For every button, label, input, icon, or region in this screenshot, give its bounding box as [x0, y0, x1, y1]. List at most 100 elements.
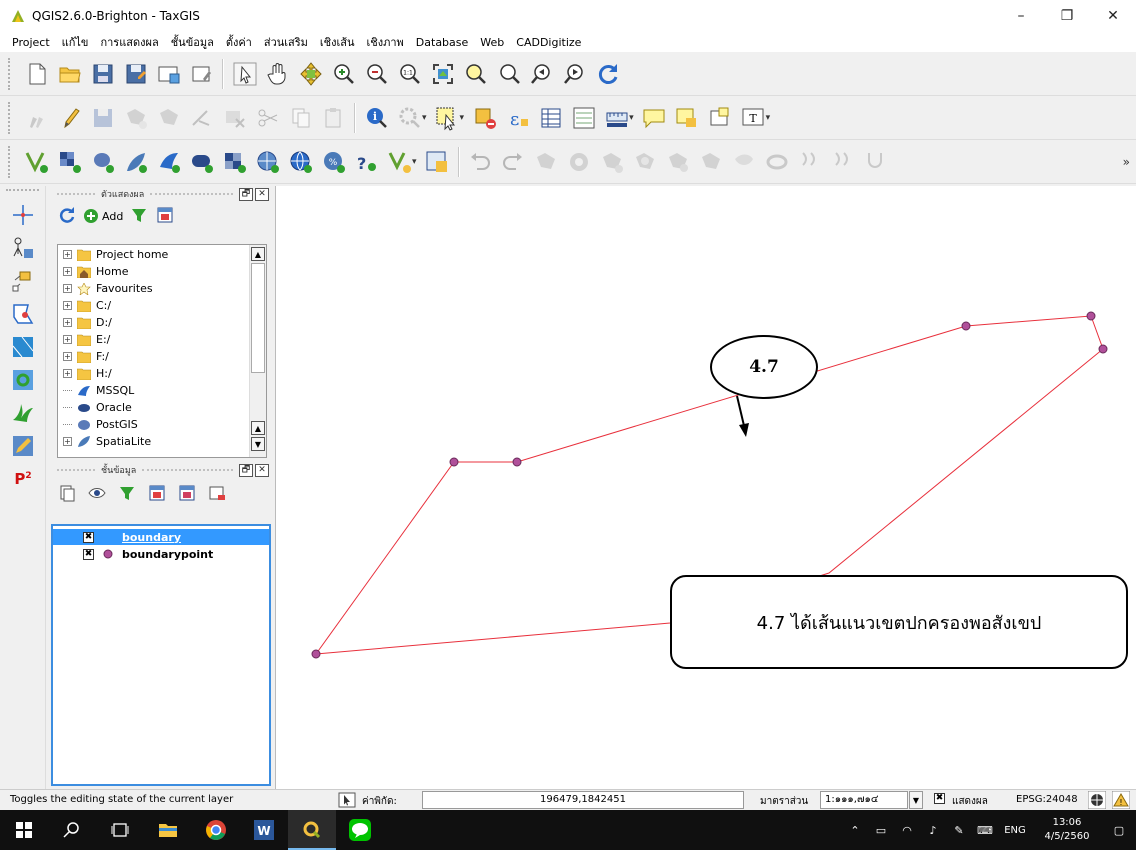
- browser-tree-item[interactable]: + SpatiaLite: [58, 434, 151, 449]
- browser-tree-scrollbar[interactable]: ▲ ▲ ▼: [249, 245, 266, 457]
- save-project-button[interactable]: [86, 57, 119, 91]
- paste-features-button[interactable]: [317, 101, 350, 135]
- boundary-vertex[interactable]: [1098, 344, 1108, 354]
- toggle-editing-button[interactable]: [53, 101, 86, 135]
- toolbar-grip[interactable]: [8, 57, 14, 90]
- close-panel-button[interactable]: ✕: [255, 463, 269, 477]
- add-mssql-layer-button[interactable]: [152, 145, 185, 179]
- float-panel-button[interactable]: 🗗: [239, 187, 253, 201]
- browser-tree-item[interactable]: Oracle: [58, 400, 132, 415]
- zoom-next-button[interactable]: [558, 57, 591, 91]
- scroll-thumb[interactable]: [251, 263, 265, 373]
- browser-tree-item[interactable]: MSSQL: [58, 383, 134, 398]
- chevron-down-icon[interactable]: ▾: [412, 157, 417, 167]
- notifications-icon[interactable]: ▢: [1102, 824, 1136, 837]
- minimize-button[interactable]: –: [998, 0, 1044, 32]
- browser-tree-item[interactable]: + C:/: [58, 298, 111, 313]
- input-language[interactable]: ENG: [998, 825, 1032, 836]
- menu-plugins[interactable]: ส่วนเสริม: [258, 33, 314, 51]
- render-checkbox-box[interactable]: ✖: [934, 793, 945, 804]
- chrome-button[interactable]: [192, 810, 240, 850]
- zoom-native-resolution-button[interactable]: 1:1: [393, 57, 426, 91]
- refresh-browser-button[interactable]: [57, 205, 77, 228]
- menu-database[interactable]: Database: [410, 36, 475, 49]
- word-button[interactable]: W: [240, 810, 288, 850]
- run-feature-action-button[interactable]: [393, 101, 426, 135]
- expand-toggle-icon[interactable]: +: [63, 437, 72, 446]
- node-tool-button[interactable]: [185, 101, 218, 135]
- remove-layer-button[interactable]: [207, 483, 227, 506]
- menu-web[interactable]: Web: [474, 36, 510, 49]
- new-shapefile-layer-button[interactable]: ?: [350, 145, 383, 179]
- expand-toggle-icon[interactable]: +: [63, 250, 72, 259]
- menu-vector[interactable]: เชิงเส้น: [314, 33, 361, 51]
- add-group-button[interactable]: [57, 483, 77, 506]
- file-explorer-button[interactable]: [144, 810, 192, 850]
- topology-checker-button[interactable]: [0, 297, 46, 330]
- scale-field[interactable]: 1:๑๑๑,๗๑๔: [820, 791, 908, 809]
- composer-manager-button[interactable]: [185, 57, 218, 91]
- gps-tool-button[interactable]: [0, 231, 46, 264]
- collapse-all-button[interactable]: [155, 205, 175, 228]
- reshape-features-button[interactable]: [728, 145, 761, 179]
- annotation-edit-button[interactable]: [0, 429, 46, 462]
- identify-features-button[interactable]: i: [360, 101, 393, 135]
- line-app-button[interactable]: [336, 810, 384, 850]
- zoom-last-button[interactable]: [525, 57, 558, 91]
- expand-toggle-icon[interactable]: +: [63, 335, 72, 344]
- toolbar-more-chevron[interactable]: »: [1123, 155, 1130, 169]
- start-button[interactable]: [0, 810, 48, 850]
- boundary-vertex[interactable]: [1086, 311, 1096, 321]
- new-bookmark-button[interactable]: [671, 101, 704, 135]
- georeferencer-button[interactable]: [0, 264, 46, 297]
- pen-icon[interactable]: ✎: [946, 824, 972, 837]
- layer-visibility-checkbox[interactable]: ✖: [83, 531, 94, 543]
- expand-toggle-icon[interactable]: +: [63, 267, 72, 276]
- toolbar-grip[interactable]: [8, 145, 14, 178]
- close-button[interactable]: ✕: [1090, 0, 1136, 32]
- zoom-full-button[interactable]: [426, 57, 459, 91]
- boundary-vertex[interactable]: [961, 321, 971, 331]
- add-vector-layer-button[interactable]: [20, 145, 53, 179]
- chevron-down-icon[interactable]: ▾: [629, 113, 634, 123]
- touch-zoom-pan-button[interactable]: [228, 57, 261, 91]
- menu-settings[interactable]: ตั้งค่า: [220, 33, 258, 51]
- browser-tree-item[interactable]: + E:/: [58, 332, 110, 347]
- boundary-vertex[interactable]: [311, 649, 321, 659]
- add-raster-layer-button[interactable]: [53, 145, 86, 179]
- task-view-button[interactable]: [96, 810, 144, 850]
- statistical-summary-button[interactable]: [567, 101, 600, 135]
- browser-tree-item[interactable]: + Home: [58, 264, 128, 279]
- layers-panel-titlebar[interactable]: ชั้นข้อมูล 🗗 ✕: [47, 462, 273, 478]
- collapse-all-layers-button[interactable]: [177, 483, 197, 506]
- add-oracle-layer-button[interactable]: [185, 145, 218, 179]
- merge-features-button[interactable]: [860, 145, 893, 179]
- add-wms-layer-button[interactable]: [218, 145, 251, 179]
- copy-features-button[interactable]: [284, 101, 317, 135]
- expand-toggle-icon[interactable]: +: [63, 352, 72, 361]
- add-postgis-layer-button[interactable]: [86, 145, 119, 179]
- browser-tree-item[interactable]: PostGIS: [58, 417, 138, 432]
- browser-tree-item[interactable]: + D:/: [58, 315, 112, 330]
- close-panel-button[interactable]: ✕: [255, 187, 269, 201]
- float-panel-button[interactable]: 🗗: [239, 463, 253, 477]
- zoom-to-layer-button[interactable]: [492, 57, 525, 91]
- add-ring-button[interactable]: [563, 145, 596, 179]
- coordinate-capture-button[interactable]: [0, 198, 46, 231]
- chevron-down-icon[interactable]: ▾: [766, 113, 771, 123]
- expand-toggle-icon[interactable]: +: [63, 301, 72, 310]
- new-project-button[interactable]: [20, 57, 53, 91]
- browser-tree-item[interactable]: + H:/: [58, 366, 112, 381]
- scroll-up-button[interactable]: ▲: [251, 247, 265, 261]
- expand-toggle-icon[interactable]: +: [63, 284, 72, 293]
- split-parts-button[interactable]: [827, 145, 860, 179]
- chevron-down-icon[interactable]: ▾: [422, 113, 427, 123]
- attribute-table-button[interactable]: [534, 101, 567, 135]
- undo-button[interactable]: [464, 145, 497, 179]
- battery-icon[interactable]: ▭: [868, 824, 894, 837]
- menu-edit[interactable]: แก้ไข: [56, 33, 95, 51]
- expand-all-button[interactable]: [147, 483, 167, 506]
- filter-browser-button[interactable]: [129, 205, 149, 228]
- delete-selected-button[interactable]: [218, 101, 251, 135]
- coordinate-field[interactable]: 196479,1842451: [422, 791, 744, 809]
